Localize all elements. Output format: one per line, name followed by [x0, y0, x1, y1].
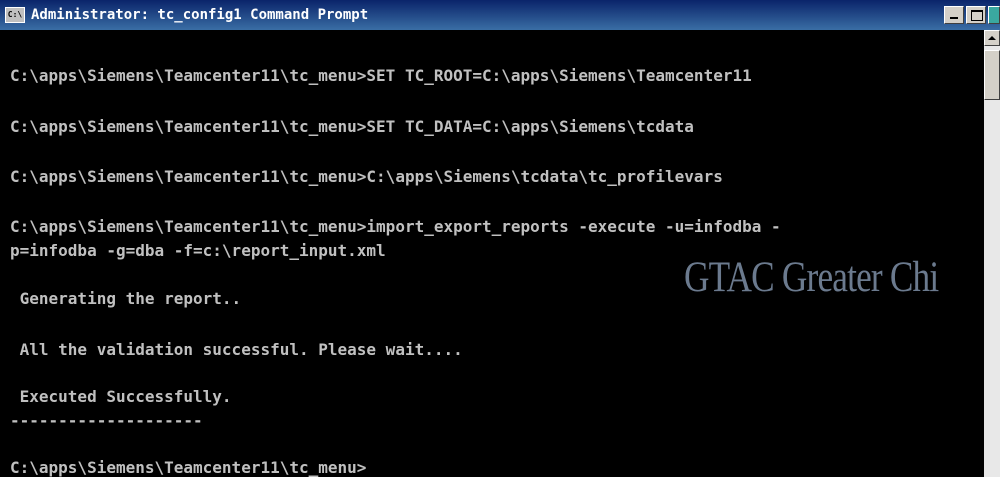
console-line: C:\apps\Siemens\Teamcenter11\tc_menu>imp…	[10, 217, 781, 236]
console-line: Generating the report..	[10, 289, 242, 308]
window-title: Administrator: tc_config1 Command Prompt	[31, 7, 369, 23]
console-line: All the validation successful. Please wa…	[10, 340, 463, 359]
console-prompt: C:\apps\Siemens\Teamcenter11\tc_menu>	[10, 458, 367, 477]
console-line: Executed Successfully.	[10, 387, 232, 406]
command-prompt-window: C:\ Administrator: tc_config1 Command Pr…	[0, 0, 1000, 477]
vertical-scrollbar[interactable]	[984, 30, 1000, 477]
cmd-icon: C:\	[5, 7, 25, 23]
maximize-button[interactable]	[966, 6, 986, 24]
scroll-up-icon[interactable]	[984, 30, 1000, 46]
console-line: C:\apps\Siemens\Teamcenter11\tc_menu>SET…	[10, 117, 694, 136]
minimize-button[interactable]	[944, 6, 964, 24]
console-line: p=infodba -g=dba -f=c:\report_input.xml	[10, 241, 386, 260]
watermark: GTAC Greater Chi	[684, 254, 939, 301]
window-controls	[944, 6, 1000, 24]
title-bar[interactable]: C:\ Administrator: tc_config1 Command Pr…	[0, 0, 1000, 30]
console-separator: --------------------	[10, 411, 203, 430]
console-line: C:\apps\Siemens\Teamcenter11\tc_menu>SET…	[10, 66, 752, 85]
console-line: C:\apps\Siemens\Teamcenter11\tc_menu>C:\…	[10, 167, 723, 186]
close-button[interactable]	[988, 6, 1000, 24]
scroll-thumb[interactable]	[984, 50, 1000, 100]
